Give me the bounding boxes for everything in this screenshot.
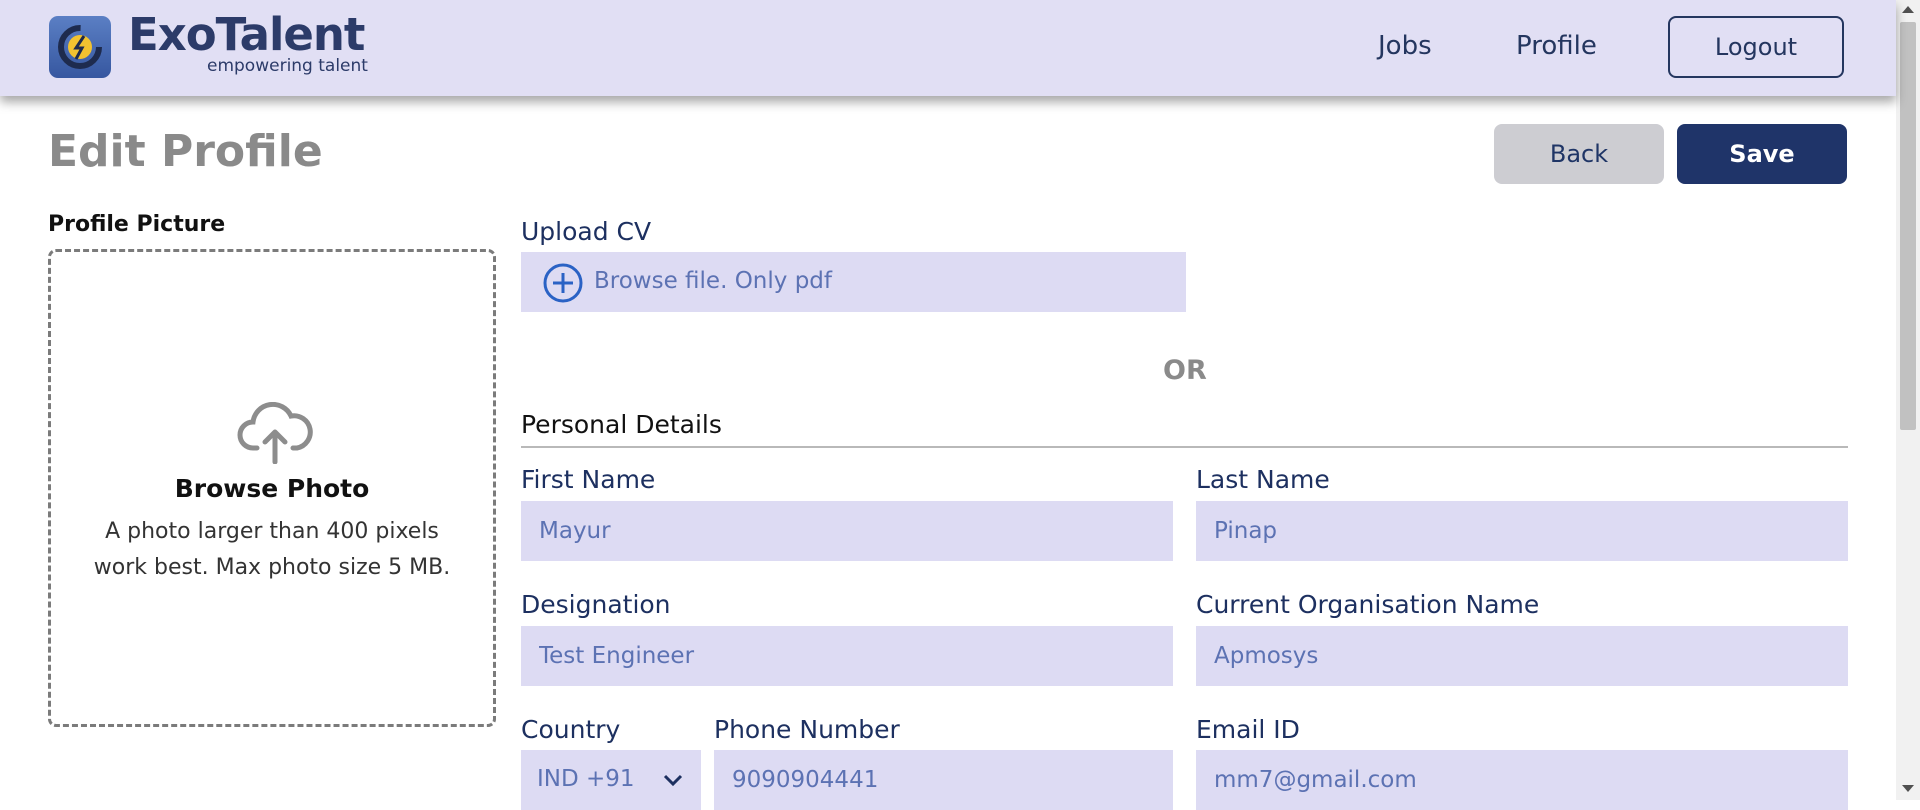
designation-field[interactable]	[521, 626, 1173, 686]
brand-tagline: empowering talent	[207, 56, 368, 76]
upload-cv-label: Upload CV	[521, 217, 652, 246]
organisation-field[interactable]	[1196, 626, 1848, 686]
first-name-label: First Name	[521, 465, 656, 494]
personal-details-title: Personal Details	[521, 410, 722, 439]
cloud-upload-icon	[237, 402, 313, 464]
country-code-select[interactable]: IND +91	[521, 750, 701, 810]
scroll-down-arrow[interactable]	[1902, 785, 1914, 792]
country-label: Country	[521, 715, 621, 744]
country-code-value: IND +91	[537, 766, 635, 792]
upload-cv-dropzone[interactable]: Browse file. Only pdf	[521, 252, 1186, 312]
phone-label: Phone Number	[714, 715, 900, 744]
top-navbar: ExoTalent empowering talent Jobs Profile…	[0, 0, 1896, 96]
phone-field[interactable]	[714, 750, 1173, 810]
browse-photo-description: A photo larger than 400 pixels work best…	[93, 519, 451, 580]
email-field[interactable]	[1196, 750, 1848, 810]
profile-picture-label: Profile Picture	[48, 212, 226, 237]
first-name-field[interactable]	[521, 501, 1173, 561]
designation-label: Designation	[521, 590, 671, 619]
last-name-label: Last Name	[1196, 465, 1330, 494]
browse-photo-title: Browse Photo	[174, 474, 370, 503]
organisation-label: Current Organisation Name	[1196, 590, 1540, 619]
save-button[interactable]: Save	[1677, 124, 1847, 184]
page-title: Edit Profile	[48, 126, 323, 177]
back-button[interactable]: Back	[1494, 124, 1664, 184]
upload-cv-placeholder: Browse file. Only pdf	[594, 268, 832, 294]
or-separator: OR	[1163, 355, 1207, 386]
scrollbar-thumb[interactable]	[1900, 22, 1916, 430]
email-label: Email ID	[1196, 715, 1300, 744]
last-name-field[interactable]	[1196, 501, 1848, 561]
plus-circle-icon	[543, 263, 583, 303]
nav-profile-link[interactable]: Profile	[1516, 31, 1597, 62]
section-divider	[521, 446, 1848, 448]
profile-photo-dropzone[interactable]: Browse Photo A photo larger than 400 pix…	[48, 249, 496, 727]
chevron-down-icon	[663, 774, 683, 787]
brand-name[interactable]: ExoTalent	[128, 10, 365, 60]
logout-button[interactable]: Logout	[1668, 16, 1844, 78]
nav-jobs-link[interactable]: Jobs	[1378, 31, 1432, 62]
exotalent-logo-icon[interactable]	[49, 16, 111, 78]
scroll-up-arrow[interactable]	[1902, 6, 1914, 13]
